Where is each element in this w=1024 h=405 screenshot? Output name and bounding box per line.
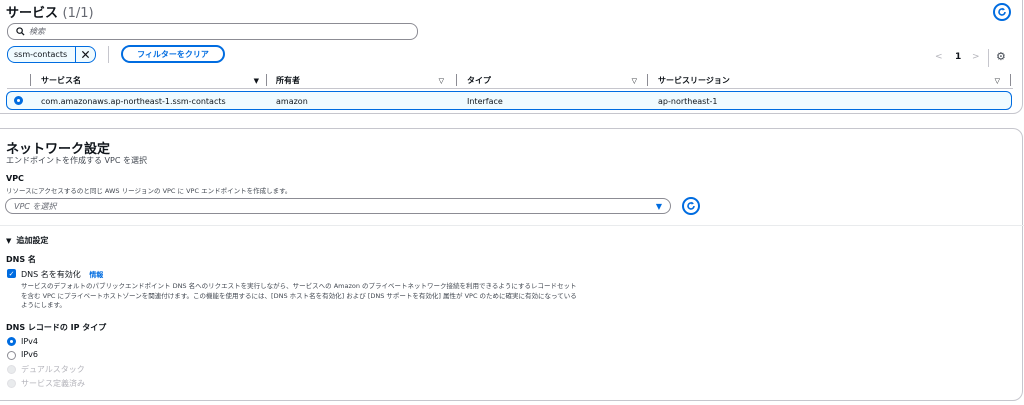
dns-name-heading: DNS 名: [6, 255, 36, 264]
filter-token: ssm-contacts: [7, 46, 96, 63]
cell-owner: amazon: [276, 97, 308, 106]
refresh-icon: [687, 201, 695, 210]
enable-dns-label: DNS 名を有効化: [21, 270, 81, 279]
network-settings-description: エンドポイントを作成する VPC を選択: [6, 156, 147, 165]
service-search-input[interactable]: 検索: [7, 23, 418, 40]
search-icon: [16, 27, 25, 36]
search-placeholder: 検索: [29, 27, 45, 36]
caret-down-icon: ▼: [655, 202, 662, 211]
column-separator: [266, 74, 267, 86]
sort-desc-icon: ▼: [253, 76, 259, 85]
enable-dns-checkbox[interactable]: ✓: [7, 269, 16, 278]
ip-option-label: サービス定義済み: [21, 379, 85, 388]
sort-icon: ▽: [994, 76, 1000, 85]
column-label: 所有者: [276, 76, 300, 85]
pagination-current-page[interactable]: 1: [955, 52, 961, 62]
cell-type: Interface: [467, 97, 503, 106]
dns-description-line: ようにします。: [21, 301, 66, 309]
ip-option-label: IPv4: [21, 337, 39, 346]
vpc-select-placeholder: VPC を選択: [14, 201, 57, 211]
column-separator: [1010, 74, 1011, 86]
column-separator: [647, 74, 648, 86]
checkmark-icon: ✓: [8, 269, 15, 278]
services-title: サービス: [6, 6, 59, 21]
ip-type-heading: DNS レコードの IP タイプ: [6, 323, 107, 332]
additional-settings-toggle[interactable]: ▼ 追加設定: [6, 235, 48, 246]
filter-token-label: ssm-contacts: [14, 50, 68, 59]
dns-description-line: を含む VPC にプライベートホストゾーンを関連付けます。この機能を使用するには…: [21, 291, 577, 300]
column-header-owner[interactable]: 所有者 ▽: [276, 74, 444, 87]
ip-option-radio-service-defined: [7, 379, 16, 388]
gear-icon: ⚙: [996, 50, 1006, 63]
vpc-select[interactable]: VPC を選択 ▼: [5, 198, 671, 214]
pagination-next-button[interactable]: >: [972, 52, 980, 62]
info-link[interactable]: 情報: [89, 271, 103, 279]
sort-icon: ▽: [438, 76, 444, 85]
refresh-services-button[interactable]: [993, 3, 1011, 21]
column-separator: [30, 74, 31, 86]
column-separator: [456, 74, 457, 86]
column-header-service-name[interactable]: サービス名 ▼: [41, 74, 259, 87]
filter-divider: [108, 46, 109, 63]
vpc-label: VPC: [6, 174, 24, 183]
dns-description-line: サービスのデフォルトのパブリックエンドポイント DNS 名へのリクエストを実行し…: [21, 282, 577, 290]
column-label: サービスリージョン: [658, 76, 730, 85]
enable-dns-label-row: DNS 名を有効化 情報: [21, 269, 103, 280]
ip-option-radio-ipv4[interactable]: [7, 337, 16, 346]
caret-down-icon: ▼: [6, 236, 12, 245]
table-header-divider: [7, 88, 1013, 89]
ip-option-label: IPv6: [21, 350, 39, 359]
network-settings-panel: [0, 128, 1023, 401]
dns-description: サービスのデフォルトのパブリックエンドポイント DNS 名へのリクエストを実行し…: [21, 282, 681, 311]
pagination-prev-button[interactable]: <: [935, 52, 943, 62]
additional-settings-label: 追加設定: [16, 236, 49, 245]
ip-option-radio-ipv6[interactable]: [7, 351, 16, 360]
refresh-vpc-button[interactable]: [682, 197, 700, 215]
column-header-region[interactable]: サービスリージョン ▽: [658, 74, 1000, 87]
vpc-description: リソースにアクセスするのと同じ AWS リージョンの VPC に VPC エンド…: [6, 187, 292, 195]
column-header-type[interactable]: タイプ ▽: [467, 74, 637, 87]
ip-option-label: デュアルスタック: [21, 365, 85, 374]
pagination-divider: [988, 49, 989, 67]
close-icon: [81, 50, 90, 59]
clear-filter-button[interactable]: フィルターをクリア: [121, 45, 225, 63]
sort-icon: ▽: [631, 76, 637, 85]
row-select-radio[interactable]: [14, 96, 23, 105]
remove-filter-button[interactable]: [75, 47, 95, 62]
cell-region: ap-northeast-1: [658, 97, 718, 106]
services-heading: サービス (1/1): [6, 2, 94, 21]
column-label: サービス名: [41, 76, 81, 85]
section-divider: [0, 225, 1024, 226]
table-settings-button[interactable]: ⚙: [996, 50, 1006, 63]
refresh-icon: [998, 7, 1006, 16]
ip-option-radio-dualstack: [7, 365, 16, 374]
column-label: タイプ: [467, 76, 491, 85]
cell-service-name: com.amazonaws.ap-northeast-1.ssm-contact…: [41, 97, 226, 106]
services-count: (1/1): [62, 6, 94, 21]
